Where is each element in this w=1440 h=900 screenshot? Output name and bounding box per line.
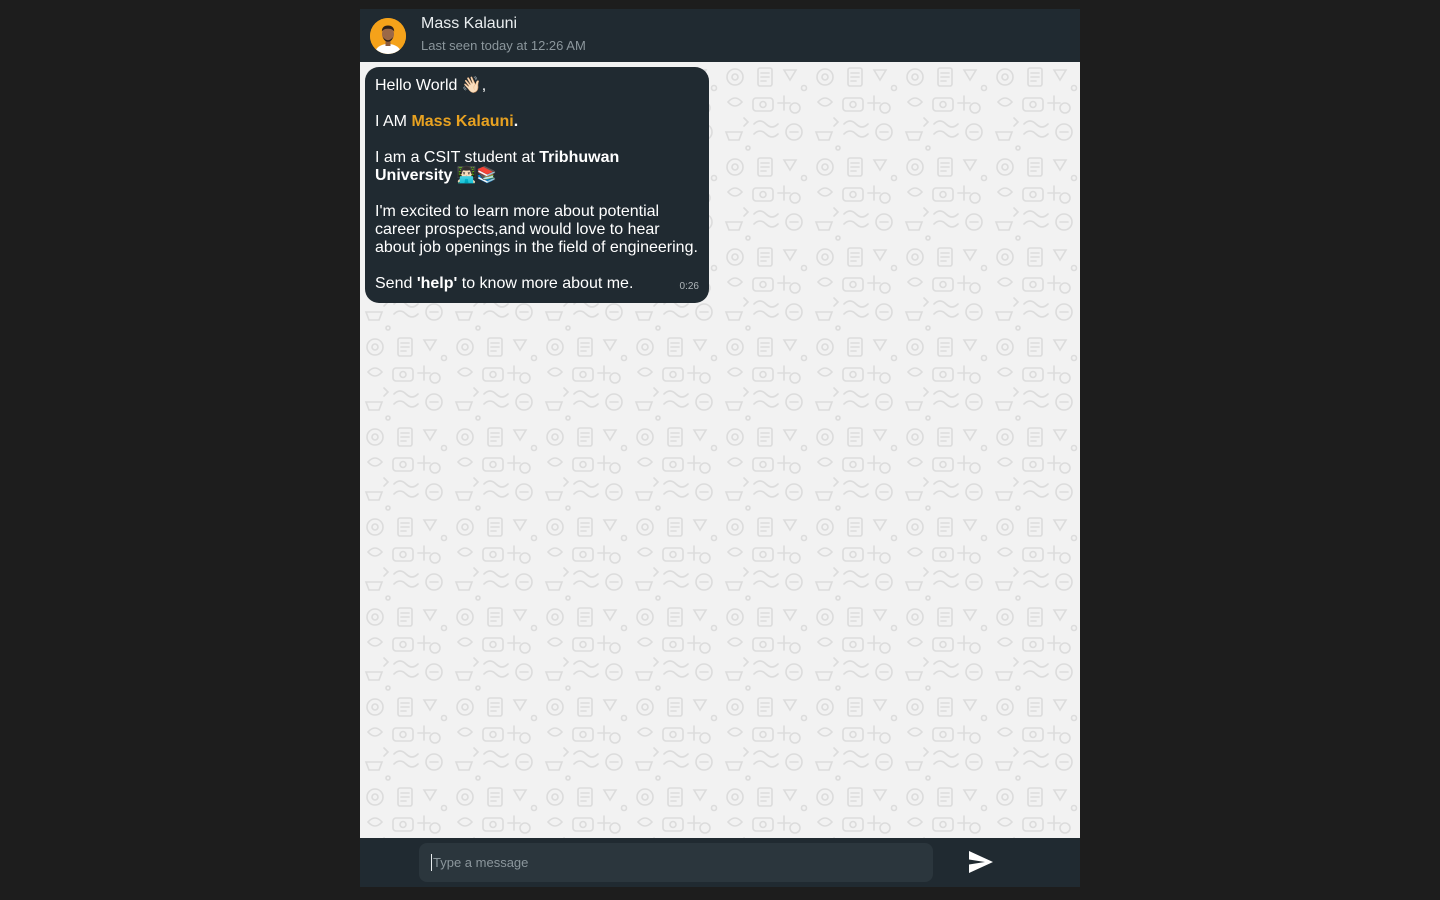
send-icon <box>969 851 993 873</box>
message-help-hint: Send 'help' to know more about me. <box>375 275 634 292</box>
message-input[interactable] <box>431 854 933 871</box>
message-greeting: Hello World 👋🏻, <box>375 77 487 94</box>
contact-name: Mass Kalauni <box>421 14 518 32</box>
incoming-message-bubble[interactable]: Hello World 👋🏻, I AM Mass Kalauni. I am … <box>365 67 709 303</box>
chat-window: Mass Kalauni Last seen today at 12:26 AM <box>360 9 1080 887</box>
message-intro: I AM Mass Kalauni. <box>375 113 519 130</box>
message-education: I am a CSIT student at Tribhuwan Univers… <box>375 149 620 184</box>
composer-bar <box>360 838 1080 887</box>
message-input-wrapper <box>419 843 933 882</box>
text-caret <box>431 854 432 871</box>
help-keyword: 'help' <box>416 275 458 292</box>
send-button[interactable] <box>968 850 994 874</box>
waving-hand-emoji: 👋🏻 <box>461 77 482 94</box>
message-list[interactable]: Hello World 👋🏻, I AM Mass Kalauni. I am … <box>360 62 1080 838</box>
message-timestamp: 0:26 <box>679 281 699 292</box>
study-emojis: 👨🏻‍💻📚 <box>452 167 497 184</box>
highlighted-name: Mass Kalauni <box>411 113 514 130</box>
chat-header: Mass Kalauni Last seen today at 12:26 AM <box>360 9 1080 62</box>
message-career: I'm excited to learn more about potentia… <box>375 203 698 256</box>
last-seen-status: Last seen today at 12:26 AM <box>421 37 586 53</box>
contact-info: Mass Kalauni Last seen today at 12:26 AM <box>421 15 586 54</box>
user-avatar-icon[interactable] <box>370 17 406 54</box>
